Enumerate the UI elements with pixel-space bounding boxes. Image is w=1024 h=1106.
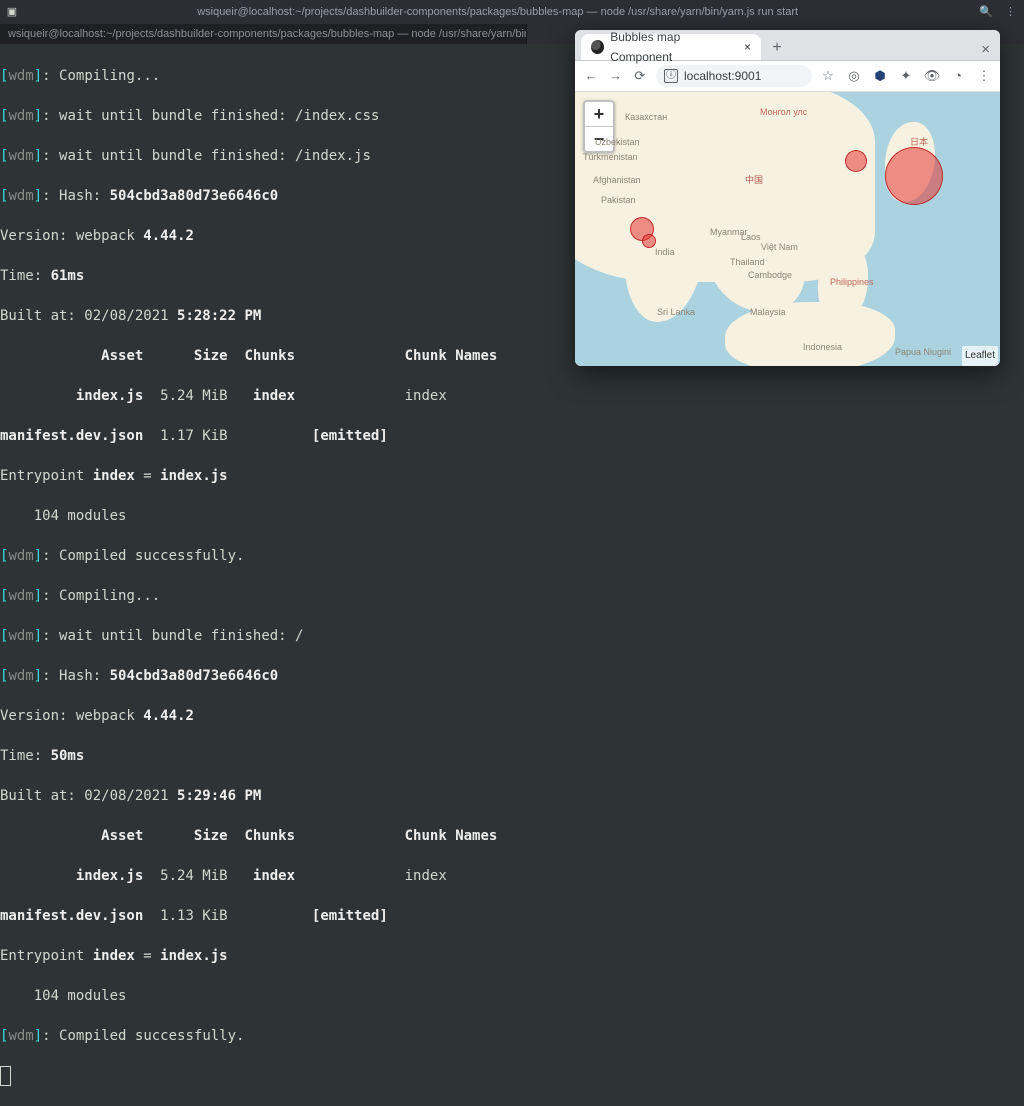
country-label-cambodge: Cambodge <box>748 265 792 285</box>
search-icon[interactable]: 🔍 <box>979 2 993 22</box>
country-label-kazakhstan: Казахстан <box>625 107 667 127</box>
india-bubble-2[interactable] <box>642 234 656 248</box>
country-label-png: Papua Niugini <box>895 342 951 362</box>
terminal-tab[interactable]: wsiqueir@localhost:~/projects/dashbuilde… <box>0 24 527 44</box>
browser-extensions: ☆ ◎ ⬢ ✦ 👁 ◔ ⋮ <box>820 68 992 84</box>
eye-icon[interactable]: 👁 <box>924 68 940 84</box>
kebab-icon[interactable]: ⋮ <box>1005 2 1016 22</box>
new-tab-button[interactable]: + <box>765 36 789 60</box>
app-menu-icon[interactable]: ▣ <box>0 2 24 22</box>
country-label-india: India <box>655 242 675 262</box>
nav-reload-icon[interactable]: ⟳ <box>632 66 648 86</box>
browser-toolbar: ← → ⟳ ⓘ localhost:9001 ☆ ◎ ⬢ ✦ 👁 ◔ ⋮ <box>575 61 1000 92</box>
country-label-laos: Laos <box>741 227 761 247</box>
country-label-china: 中国 <box>745 170 763 190</box>
tab-favicon <box>591 40 604 54</box>
site-info-icon[interactable]: ⓘ <box>664 69 678 83</box>
country-label-philippines: Philippines <box>830 272 874 292</box>
shield-icon[interactable]: ◎ <box>846 68 862 84</box>
star-icon[interactable]: ☆ <box>820 68 836 84</box>
country-label-mongolia: Монгол улс <box>760 102 807 122</box>
country-label-srilanka: Sri Lanka <box>657 302 695 322</box>
country-label-vietnam: Việt Nam <box>761 237 798 257</box>
browser-window: Bubbles map Component × + × ← → ⟳ ⓘ loca… <box>575 30 1000 366</box>
country-label-japan: 日本 <box>910 132 928 152</box>
country-label-afghanistan: Afghanistan <box>593 170 641 190</box>
zoom-in-button[interactable]: + <box>585 102 613 126</box>
browser-kebab-icon[interactable]: ⋮ <box>976 68 992 84</box>
window-title: wsiqueir@localhost:~/projects/dashbuilde… <box>24 2 971 22</box>
map-viewport[interactable]: + − КазахстанUzbekistanTürkmenistanAfgha… <box>575 92 1000 366</box>
country-label-indonesia: Indonesia <box>803 337 842 357</box>
country-label-pakistan: Pakistan <box>601 190 636 210</box>
country-label-malaysia: Malaysia <box>750 302 786 322</box>
korea-bubble[interactable] <box>845 150 867 172</box>
country-label-turkmenistan: Türkmenistan <box>583 147 638 167</box>
fedora-icon[interactable]: ⬢ <box>872 68 888 84</box>
browser-tab-label: Bubbles map Component <box>610 30 738 67</box>
window-titlebar: ▣ wsiqueir@localhost:~/projects/dashbuil… <box>0 0 1024 25</box>
nav-back-icon[interactable]: ← <box>583 66 599 86</box>
terminal-tab-label: wsiqueir@localhost:~/projects/dashbuilde… <box>8 24 527 44</box>
avatar-icon[interactable]: ◔ <box>950 68 966 84</box>
nav-forward-icon[interactable]: → <box>607 66 623 86</box>
browser-tabstrip: Bubbles map Component × + × <box>575 30 1000 61</box>
browser-close-icon[interactable]: × <box>981 40 990 60</box>
address-url: localhost:9001 <box>684 66 761 86</box>
browser-tab[interactable]: Bubbles map Component × <box>581 34 761 60</box>
japan-bubble[interactable] <box>885 147 943 205</box>
map-attribution[interactable]: Leaflet <box>962 346 998 366</box>
address-bar[interactable]: ⓘ localhost:9001 <box>656 65 812 87</box>
puzzle-icon[interactable]: ✦ <box>898 68 914 84</box>
terminal-cursor <box>0 1066 11 1086</box>
browser-tab-close-icon[interactable]: × <box>744 37 751 57</box>
